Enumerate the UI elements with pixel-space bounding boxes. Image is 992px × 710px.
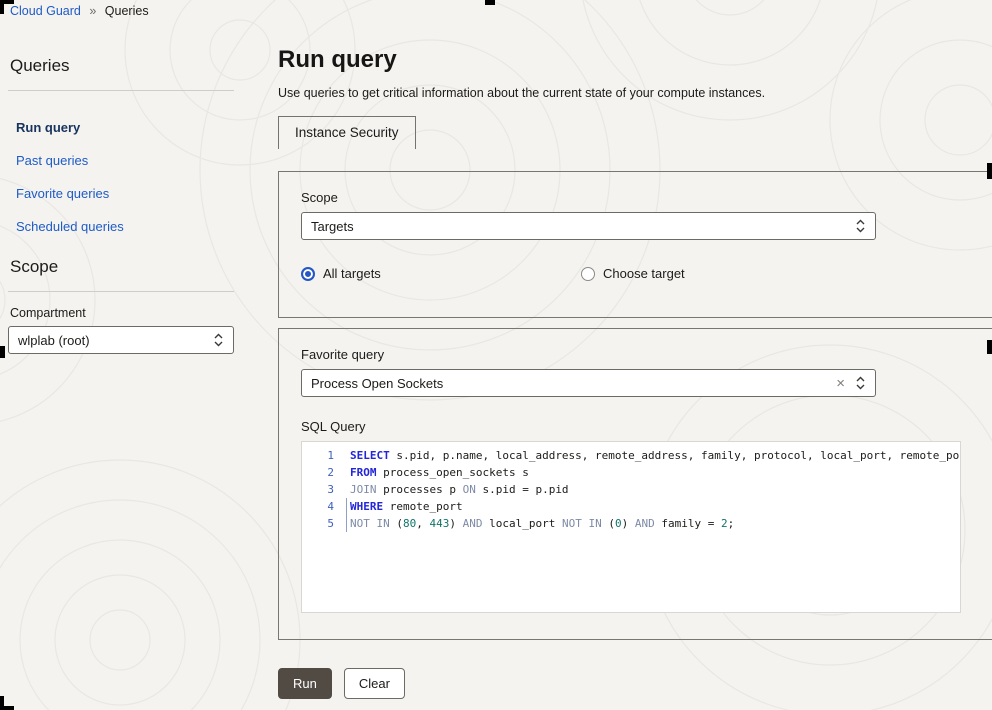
sidebar-queries-heading: Queries (8, 56, 234, 91)
crop-handle (987, 340, 992, 354)
line-number: 5 (302, 515, 346, 532)
compartment-select-value: wlplab (root) (18, 333, 205, 348)
clear-selection-icon[interactable]: × (834, 376, 847, 391)
breadcrumb-separator: » (89, 4, 96, 18)
radio-unselected-icon (581, 267, 595, 281)
crop-handle (987, 163, 992, 179)
main-content: Run query Use queries to get critical in… (278, 46, 992, 699)
sidebar-item-run-query[interactable]: Run query (16, 121, 234, 134)
code-line-4: 4WHERE remote_port (302, 498, 960, 515)
radio-choose-target[interactable]: Choose target (581, 266, 861, 281)
sidebar-nav: Run query Past queries Favorite queries Sch… (8, 91, 234, 233)
sidebar: Queries Run query Past queries Favorite qu… (8, 56, 234, 354)
scope-label: Scope (301, 190, 983, 205)
query-panel: Favorite query Process Open Sockets × SQ… (278, 328, 992, 640)
target-radio-group: All targets Choose target (301, 266, 983, 281)
radio-label: Choose target (603, 266, 685, 281)
tab-label: Instance Security (295, 125, 399, 140)
breadcrumb-queries: Queries (105, 4, 149, 18)
code-text: SELECT s.pid, p.name, local_address, rem… (346, 447, 961, 464)
compartment-label: Compartment (10, 306, 234, 320)
code-line-1: 1SELECT s.pid, p.name, local_address, re… (302, 447, 960, 464)
code-line-2: 2FROM process_open_sockets s (302, 464, 960, 481)
page-description: Use queries to get critical information … (278, 86, 992, 100)
favorite-query-label: Favorite query (301, 347, 983, 362)
crop-handle (485, 0, 495, 5)
radio-selected-icon (301, 267, 315, 281)
breadcrumb-cloud-guard[interactable]: Cloud Guard (10, 4, 81, 18)
chevron-updown-icon (855, 375, 866, 391)
radio-label: All targets (323, 266, 381, 281)
compartment-select[interactable]: wlplab (root) (8, 326, 234, 354)
sidebar-item-favorite-queries[interactable]: Favorite queries (16, 187, 234, 200)
scope-panel: Scope Targets All targets Choose target (278, 171, 992, 318)
action-buttons: Run Clear (278, 668, 992, 699)
line-number: 2 (302, 464, 346, 481)
breadcrumb: Cloud Guard » Queries (10, 4, 149, 18)
favorite-query-select[interactable]: Process Open Sockets × (301, 369, 876, 397)
crop-handle (0, 0, 4, 14)
code-line-3: 3JOIN processes p ON s.pid = p.pid (302, 481, 960, 498)
sidebar-item-scheduled-queries[interactable]: Scheduled queries (16, 220, 234, 233)
crop-handle (0, 346, 5, 358)
page-title: Run query (278, 46, 992, 74)
code-line-5: 5NOT IN (80, 443) AND local_port NOT IN … (302, 515, 960, 532)
line-number: 4 (302, 498, 346, 515)
chevron-updown-icon (855, 218, 866, 234)
radio-all-targets[interactable]: All targets (301, 266, 581, 281)
code-text: NOT IN (80, 443) AND local_port NOT IN (… (346, 515, 734, 532)
sql-query-label: SQL Query (301, 419, 983, 434)
sql-editor[interactable]: 1SELECT s.pid, p.name, local_address, re… (301, 441, 961, 613)
sql-code-lines: 1SELECT s.pid, p.name, local_address, re… (302, 447, 960, 532)
tab-instance-security[interactable]: Instance Security (278, 116, 416, 149)
code-text: FROM process_open_sockets s (346, 464, 529, 481)
clear-button[interactable]: Clear (344, 668, 405, 699)
run-button[interactable]: Run (278, 668, 332, 699)
line-number: 1 (302, 447, 346, 464)
line-number: 3 (302, 481, 346, 498)
chevron-updown-icon (213, 332, 224, 348)
favorite-query-select-value: Process Open Sockets (311, 376, 826, 391)
sidebar-scope-heading: Scope (8, 257, 234, 292)
scope-select[interactable]: Targets (301, 212, 876, 240)
sidebar-item-past-queries[interactable]: Past queries (16, 154, 234, 167)
crop-handle (0, 696, 4, 710)
scope-select-value: Targets (311, 219, 847, 234)
code-text: WHERE remote_port (346, 498, 463, 515)
code-text: JOIN processes p ON s.pid = p.pid (346, 481, 569, 498)
